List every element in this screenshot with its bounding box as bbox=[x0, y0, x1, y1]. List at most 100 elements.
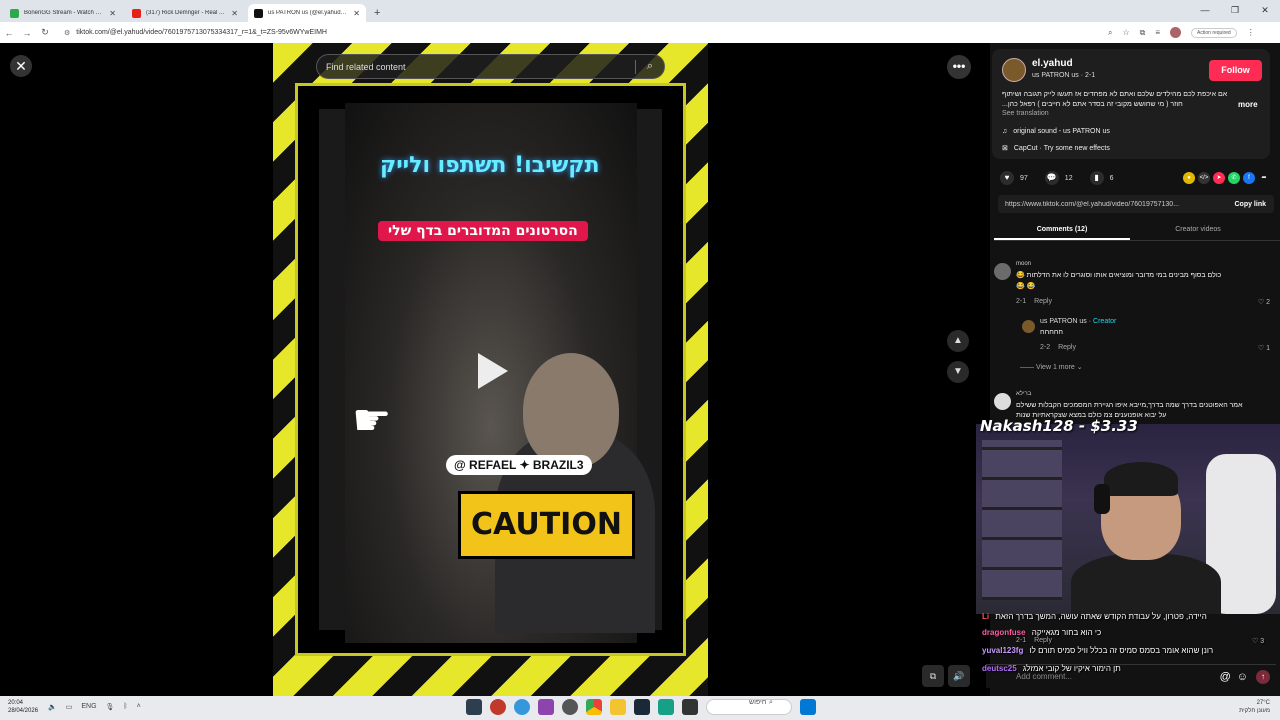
picture-in-picture-icon[interactable]: ⧉ bbox=[922, 665, 944, 687]
more-options-button[interactable]: ••• bbox=[947, 55, 971, 79]
extensions-icon[interactable]: ⧉ bbox=[1140, 28, 1146, 38]
reply-username[interactable]: us PATRON us bbox=[1040, 318, 1087, 325]
app-icon-terminal[interactable] bbox=[466, 699, 482, 715]
forward-arrow-icon[interactable]: → bbox=[18, 28, 36, 38]
steam-icon[interactable] bbox=[634, 699, 650, 715]
tab-comments[interactable]: Comments (12) bbox=[994, 220, 1130, 240]
microphone-icon[interactable]: 🎙 bbox=[106, 703, 115, 711]
view-more-label[interactable]: View 1 more bbox=[1036, 364, 1075, 371]
play-icon[interactable] bbox=[478, 353, 508, 389]
app-icon-headphones[interactable] bbox=[562, 699, 578, 715]
reply-button[interactable]: Reply bbox=[1058, 344, 1076, 351]
taskbar-search[interactable]: חיפוש ⌕ bbox=[706, 699, 792, 715]
maximize-icon[interactable]: ❐ bbox=[1220, 0, 1250, 20]
reload-icon[interactable]: ↻ bbox=[36, 27, 54, 38]
chrome-icon[interactable] bbox=[586, 699, 602, 715]
close-window-icon[interactable]: ✕ bbox=[1250, 0, 1280, 20]
reply-user[interactable]: us PATRON us · Creator bbox=[1040, 318, 1116, 325]
save-action[interactable]: ▮ 6 bbox=[1089, 171, 1114, 185]
search-input[interactable]: Find related content bbox=[317, 62, 635, 72]
send-icon[interactable]: ➤ bbox=[1213, 172, 1225, 184]
see-translation-link[interactable]: See translation bbox=[1002, 110, 1049, 117]
browser-tab-1[interactable]: BonenGG Stream - Watch Live - ✕ bbox=[4, 4, 122, 22]
heart-outline-icon[interactable]: ♡ bbox=[1252, 638, 1258, 645]
app-icon-purple[interactable] bbox=[538, 699, 554, 715]
minimize-icon[interactable]: — bbox=[1190, 0, 1220, 20]
view-more-replies[interactable]: —— View 1 more ⌄ bbox=[1020, 363, 1280, 371]
action-required-button[interactable]: Action required bbox=[1191, 27, 1237, 38]
like-action[interactable]: ♥ 97 bbox=[1000, 171, 1028, 185]
video-link-text[interactable]: https://www.tiktok.com/@el.yahud/video/7… bbox=[998, 201, 1226, 208]
file-explorer-icon[interactable] bbox=[610, 699, 626, 715]
site-info-icon[interactable]: ⚙ bbox=[64, 29, 70, 37]
browser-tab-2[interactable]: (317) Rick Demnger - Real Am ✕ bbox=[126, 4, 244, 22]
comment-like[interactable]: ♡ 3 bbox=[1252, 637, 1264, 645]
tab-creator-videos[interactable]: Creator videos bbox=[1130, 220, 1266, 240]
related-search-bar[interactable]: Find related content ⌕ bbox=[316, 54, 665, 79]
commenter-name[interactable]: ברילא bbox=[1016, 391, 1031, 397]
clock[interactable]: 20:04 28/04/2026 bbox=[8, 699, 38, 715]
effect-name[interactable]: CapCut · Try some new effects bbox=[1014, 145, 1110, 152]
app-icon-red[interactable] bbox=[490, 699, 506, 715]
weather-widget[interactable]: 27°C מעונן חלקית bbox=[1239, 699, 1270, 715]
tab-close-icon[interactable]: ✕ bbox=[353, 9, 360, 18]
comment-action[interactable]: 💬 12 bbox=[1044, 171, 1073, 185]
network-icon[interactable]: ▭ bbox=[66, 703, 73, 711]
more-caption-link[interactable]: more bbox=[1238, 100, 1258, 109]
commenter-name[interactable]: moon bbox=[1016, 261, 1031, 267]
effect-row[interactable]: ⊠ CapCut · Try some new effects bbox=[1002, 144, 1110, 153]
next-video-button[interactable]: ▼ bbox=[947, 361, 969, 383]
speaker-icon[interactable]: 🔈 bbox=[48, 703, 57, 711]
sound-name[interactable]: original sound - us PATRON us bbox=[1013, 128, 1110, 135]
heart-outline-icon[interactable]: ♡ bbox=[1258, 299, 1264, 306]
heart-icon[interactable]: ♥ bbox=[1000, 171, 1014, 185]
video-link-row: https://www.tiktok.com/@el.yahud/video/7… bbox=[998, 195, 1274, 213]
embed-icon[interactable]: </> bbox=[1198, 172, 1210, 184]
copy-link-button[interactable]: Copy link bbox=[1226, 201, 1274, 208]
post-comment-icon[interactable]: ↑ bbox=[1256, 669, 1270, 684]
follow-button[interactable]: Follow bbox=[1209, 60, 1262, 81]
reply-like[interactable]: ♡ 1 bbox=[1258, 344, 1270, 352]
mention-icon[interactable]: @ bbox=[1220, 671, 1231, 683]
author-avatar[interactable] bbox=[1002, 58, 1026, 82]
add-comment-input[interactable]: Add comment... bbox=[986, 672, 1220, 681]
author-name[interactable]: el.yahud bbox=[1032, 58, 1073, 69]
sound-row[interactable]: ♫ original sound - us PATRON us bbox=[1002, 128, 1110, 135]
commenter-avatar[interactable] bbox=[994, 263, 1011, 280]
search-icon[interactable]: ⌕ bbox=[636, 60, 664, 73]
back-arrow-icon[interactable]: ← bbox=[0, 28, 18, 38]
whatsapp-icon[interactable]: ✆ bbox=[1228, 172, 1240, 184]
reply-button[interactable]: Reply bbox=[1034, 637, 1052, 644]
close-video-button[interactable]: ✕ bbox=[10, 55, 32, 77]
new-tab-button[interactable]: + bbox=[374, 4, 380, 22]
app-icon-grid[interactable] bbox=[658, 699, 674, 715]
emoji-icon[interactable]: ☺ bbox=[1237, 671, 1248, 683]
comment-bubble-icon[interactable]: 💬 bbox=[1044, 171, 1059, 185]
zoom-icon[interactable]: ⌕ bbox=[1108, 28, 1112, 38]
bluetooth-icon[interactable]: ᛒ bbox=[123, 703, 127, 711]
previous-video-button[interactable]: ▲ bbox=[947, 330, 969, 352]
tab-close-icon[interactable]: ✕ bbox=[109, 9, 116, 18]
heart-outline-icon[interactable]: ♡ bbox=[1258, 345, 1264, 352]
app-icon-badge[interactable] bbox=[514, 699, 530, 715]
reply-button[interactable]: Reply bbox=[1034, 298, 1052, 305]
bookmark-star-icon[interactable]: ☆ bbox=[1122, 28, 1129, 37]
browser-menu-icon[interactable]: ⋮ bbox=[1247, 28, 1255, 37]
facebook-icon[interactable]: f bbox=[1243, 172, 1255, 184]
comment-like[interactable]: ♡ 2 bbox=[1258, 298, 1270, 306]
volume-icon[interactable]: 🔊 bbox=[948, 665, 970, 687]
url-field[interactable]: ⚙ tiktok.com/@el.yahud/video/76019757130… bbox=[58, 25, 1098, 40]
language-indicator[interactable]: ENG bbox=[81, 703, 96, 711]
coin-icon[interactable]: ● bbox=[1183, 172, 1195, 184]
creator-avatar[interactable] bbox=[1022, 320, 1035, 333]
start-button-icon[interactable] bbox=[800, 699, 816, 715]
commenter-avatar[interactable] bbox=[994, 393, 1011, 410]
tab-close-icon[interactable]: ✕ bbox=[231, 9, 238, 18]
bookmark-icon[interactable]: ▮ bbox=[1089, 171, 1104, 185]
share-arrow-icon[interactable]: ➦ bbox=[1258, 172, 1270, 184]
browser-tab-3-active[interactable]: us PATRON us (@el.yahud) | Ti ✕ bbox=[248, 4, 366, 22]
profile-avatar-icon[interactable] bbox=[1170, 27, 1182, 38]
media-control-icon[interactable]: ≡ bbox=[1155, 28, 1160, 37]
tray-chevron-icon[interactable]: ˄ bbox=[137, 703, 141, 711]
app-icon-dark[interactable] bbox=[682, 699, 698, 715]
